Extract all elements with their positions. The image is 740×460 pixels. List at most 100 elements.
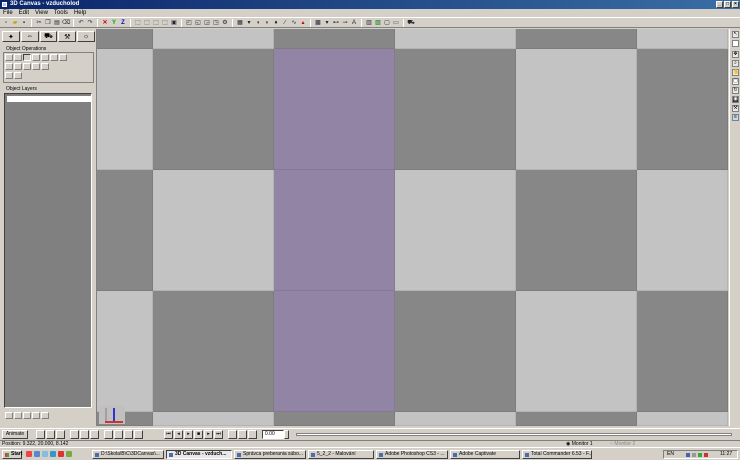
rotate-icon[interactable]: ⬚ (152, 19, 160, 27)
menu-tools[interactable]: Tools (54, 9, 68, 17)
new-file-icon[interactable]: ▫ (2, 19, 10, 27)
menu-view[interactable]: View (35, 9, 48, 17)
menu-help[interactable]: Help (74, 9, 86, 17)
animate-button[interactable]: Animate (2, 430, 28, 439)
anim-tool-button[interactable] (134, 430, 143, 439)
view-icon[interactable]: ▣ (170, 19, 178, 27)
bone-icon[interactable]: ⊸ (341, 19, 349, 27)
copy-icon[interactable]: ❐ (44, 19, 52, 27)
anim-tool-button[interactable] (70, 430, 79, 439)
quicklaunch-icon[interactable] (42, 451, 48, 457)
task-captivate[interactable]: Adobe Captivate (450, 450, 520, 459)
axis-y-icon[interactable]: Y (110, 19, 118, 27)
tab-tools[interactable]: ⚒ (58, 31, 77, 42)
image-icon[interactable]: ▧ (374, 19, 382, 27)
grid-icon[interactable]: ▥ (365, 19, 373, 27)
dropdown-2-icon[interactable]: ▾ (323, 19, 331, 27)
maximize-button[interactable]: □ (724, 1, 731, 8)
white-square-icon[interactable] (732, 40, 739, 47)
move-icon[interactable]: ⬚ (143, 19, 151, 27)
quicklaunch-icon[interactable] (58, 451, 64, 457)
layer-props-button[interactable] (41, 412, 49, 419)
time-spin-button[interactable] (284, 430, 289, 439)
axis-z-icon[interactable]: Z (119, 19, 127, 27)
cut-icon[interactable]: ✂ (35, 19, 43, 27)
op-button[interactable] (5, 63, 13, 70)
timeline-track[interactable] (296, 433, 732, 436)
undo-icon[interactable]: ↶ (77, 19, 85, 27)
task-explorer[interactable]: D:\Skola\B\C\3DCanvas\... (92, 450, 164, 459)
layers-list[interactable] (4, 93, 92, 408)
op-button[interactable] (14, 72, 22, 79)
layer-add-button[interactable] (5, 412, 13, 419)
op-button[interactable] (14, 54, 22, 61)
eye-icon[interactable]: ◉ (732, 96, 739, 103)
first-frame-button[interactable]: ⏮ (164, 430, 173, 439)
redo-icon[interactable]: ↷ (86, 19, 94, 27)
op-button[interactable] (32, 63, 40, 70)
light-icon[interactable]: ◗ (263, 19, 271, 27)
color-icon[interactable]: ▴ (299, 19, 307, 27)
move-icon[interactable]: ✥ (732, 51, 739, 58)
key-button[interactable] (228, 430, 237, 439)
op-button[interactable] (5, 54, 13, 61)
open-file-icon[interactable]: ▰ (11, 19, 19, 27)
checker-icon[interactable]: ▩ (314, 19, 322, 27)
text-icon[interactable]: A (350, 19, 358, 27)
pan-icon[interactable]: ✋ (732, 69, 739, 76)
tab-select[interactable]: ✦ (2, 31, 20, 42)
menu-file[interactable]: File (3, 9, 13, 17)
volume-icon[interactable] (692, 453, 696, 457)
link-icon[interactable]: ⊷ (332, 19, 340, 27)
scale-icon[interactable]: ⬚ (161, 19, 169, 27)
stop-button[interactable]: ■ (194, 430, 203, 439)
anim-tool-button[interactable] (46, 430, 55, 439)
quicklaunch-icon[interactable] (66, 451, 72, 457)
save-icon[interactable]: ▪ (20, 19, 28, 27)
task-download-manager[interactable]: Správca preberania súbo... (234, 450, 306, 459)
tray-icon[interactable] (704, 453, 708, 457)
prev-frame-button[interactable]: ◂ (174, 430, 183, 439)
paint-icon[interactable]: ♦ (272, 19, 280, 27)
op-button[interactable] (23, 54, 31, 61)
anim-tool-button[interactable] (114, 430, 123, 439)
tray-icon[interactable] (686, 453, 690, 457)
anim-tool-button[interactable] (124, 430, 133, 439)
rotate-view-icon[interactable]: ↻ (732, 87, 739, 94)
tab-objects[interactable]: ⇔ (20, 31, 39, 42)
next-frame-button[interactable]: ▸ (204, 430, 213, 439)
close-button[interactable]: × (732, 1, 739, 8)
op-button[interactable] (32, 54, 40, 61)
tab-lights[interactable]: ☼ (77, 31, 95, 42)
start-button[interactable]: Start (2, 450, 22, 459)
dropdown-icon[interactable]: ▾ (245, 19, 253, 27)
layer-up-button[interactable] (23, 412, 31, 419)
anim-tool-button[interactable] (104, 430, 113, 439)
render-icon[interactable]: ▦ (236, 19, 244, 27)
panel-icon[interactable]: ▭ (392, 19, 400, 27)
quicklaunch-icon[interactable] (26, 451, 32, 457)
anim-tool-button[interactable] (36, 430, 45, 439)
viewport-3d[interactable] (97, 29, 728, 426)
anim-tool-button[interactable] (90, 430, 99, 439)
task-photoshop[interactable]: Adobe Photoshop CS3 - ... (376, 450, 448, 459)
select-icon[interactable]: ⬚ (134, 19, 142, 27)
gear-icon[interactable]: ⚙ (221, 19, 229, 27)
face-icon[interactable]: ◲ (203, 19, 211, 27)
task-paint[interactable]: 5_2_2 - Malování (308, 450, 374, 459)
time-field[interactable]: 0.00 (262, 430, 284, 439)
paste-icon[interactable]: ▤ (53, 19, 61, 27)
op-button[interactable] (14, 63, 22, 70)
zoom-icon[interactable]: ⌕ (732, 60, 739, 67)
delete-icon[interactable]: ⌫ (62, 19, 70, 27)
menu-edit[interactable]: Edit (19, 9, 29, 17)
op-button[interactable] (41, 63, 49, 70)
quicklaunch-icon[interactable] (34, 451, 40, 457)
brush-icon[interactable]: ∕ (281, 19, 289, 27)
key-button[interactable] (238, 430, 247, 439)
vertex-icon[interactable]: ◰ (185, 19, 193, 27)
layer-remove-button[interactable] (14, 412, 22, 419)
axis-x-icon[interactable]: ✕ (101, 19, 109, 27)
anim-tool-button[interactable] (80, 430, 89, 439)
object-icon[interactable]: ◳ (212, 19, 220, 27)
